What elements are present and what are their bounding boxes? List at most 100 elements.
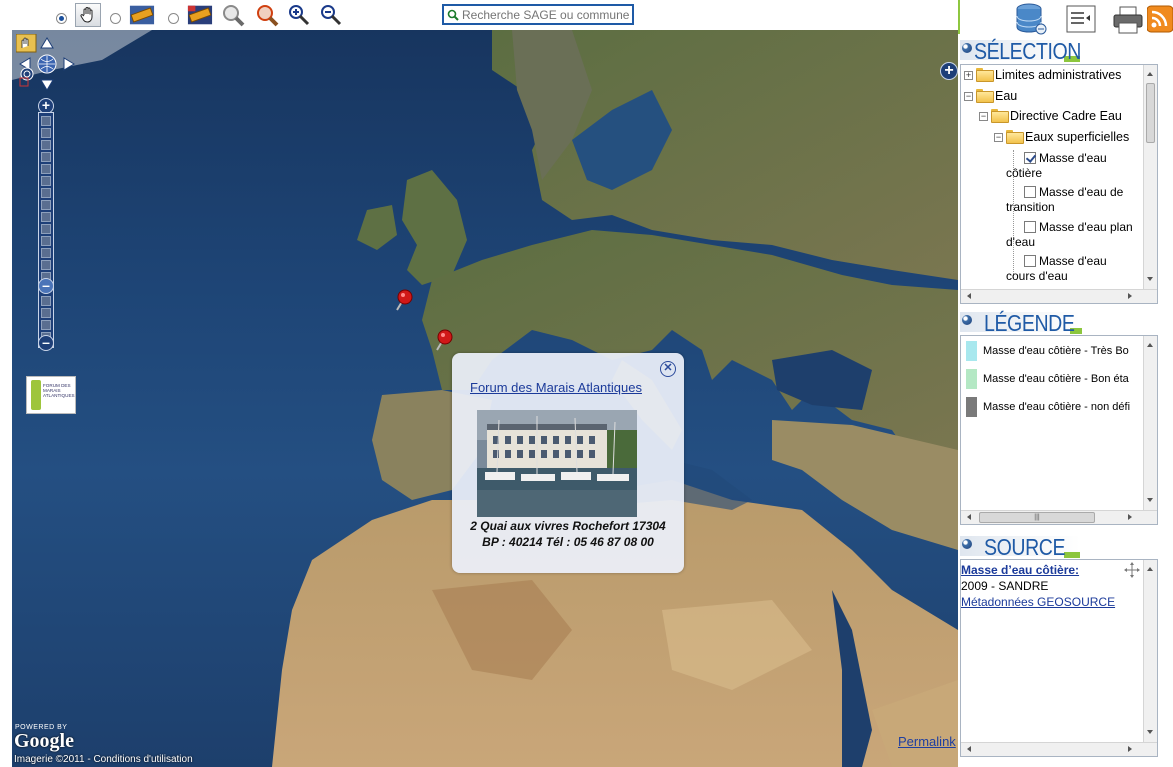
expand-panel-button[interactable]: + [940,62,958,80]
legend-swatch [966,397,977,417]
magnifier-grey-icon [223,5,245,27]
zoom-out-button[interactable] [318,3,344,27]
selection-tree-panel: + Limites administratives − Eau − Directive… [960,64,1158,304]
database-icon[interactable] [1014,2,1048,36]
legend-label: Masse d'eau côtière - non défi [983,401,1131,413]
tree-leaf-masse-transition[interactable]: Masse d'eau de transition [1006,185,1146,215]
collapse-icon[interactable]: − [994,133,1003,142]
zoom-slider-thumb[interactable]: – [38,278,54,294]
magnifier-red-icon [257,5,279,27]
rss-icon[interactable] [1147,5,1173,33]
location-photo [477,410,637,517]
zoom-in-button[interactable] [286,3,312,27]
tree-node-eau[interactable]: − Eau [964,89,1017,103]
scroll-thumb[interactable]: ||| [979,512,1095,523]
layer-checkbox[interactable] [1024,152,1036,164]
zoom-slider[interactable] [38,112,54,348]
source-vscrollbar[interactable] [1143,560,1157,742]
map-pin-icon[interactable] [432,328,454,352]
source-line: 2009 - SANDRE [961,579,1049,593]
selection-hscrollbar[interactable] [961,289,1157,303]
leaf-label: transition [1006,200,1055,214]
source-header: SOURCE [960,532,1173,560]
pan-arrows-icon [15,33,75,91]
measure-mode-radio[interactable] [110,13,121,24]
logo-mark [31,380,41,410]
tree-label: Directive Cadre Eau [1010,109,1122,123]
collapse-icon[interactable]: − [964,92,973,101]
search-box[interactable] [442,4,634,25]
folder-icon [991,109,1009,123]
selection-header: SÉLECTION [960,36,1173,64]
right-panel: SÉLECTION + Limites administratives − Eau … [960,0,1173,767]
hand-tool-button[interactable] [75,3,101,27]
pan-control[interactable] [15,33,76,91]
source-hscrollbar[interactable] [961,742,1157,756]
tree-leaf-masse-plan-eau[interactable]: Masse d'eau plan d'eau [1006,220,1146,250]
tree-leaf-masse-cotiere[interactable]: Masse d'eau côtière [1006,151,1146,181]
leaf-label: d'eau [1006,235,1035,249]
ruler-icon [129,5,155,25]
leaf-label: Masse d'eau de [1039,185,1124,199]
tree-node-eaux-superficielles[interactable]: − Eaux superficielles [994,130,1129,144]
leaf-label: côtière [1006,166,1043,180]
folder-icon [976,68,994,82]
printer-icon[interactable] [1112,6,1144,34]
popup-close-icon[interactable]: ✕ [660,361,676,377]
zoom-box-minus-tool-button[interactable] [254,3,280,27]
source-panel: Masse d’eau côtière: 2009 - SANDRE Métad… [960,559,1158,757]
scroll-thumb[interactable] [1146,83,1155,143]
info-popup: Forum des Marais Atlantiques ✕ 2 Quai au… [452,353,684,573]
tree-label: Eaux superficielles [1025,130,1130,144]
legende-title: LÉGENDE [984,310,1075,336]
map-pin-icon[interactable] [392,288,414,312]
folder-icon [1006,130,1024,144]
legende-header: LÉGENDE [960,308,1173,336]
popup-title-link[interactable]: Forum des Marais Atlantiques [470,380,642,395]
google-logo[interactable]: Google [14,730,74,753]
legend-label: Masse d'eau côtière - Bon éta [983,373,1129,385]
move-icon[interactable] [1124,562,1140,578]
tree-label: Eau [995,89,1018,103]
leaf-label: Masse d'eau [1039,254,1107,268]
list-icon[interactable] [1066,5,1096,33]
map-view[interactable]: + – – + FORUM DES MARAIS ATLANTIQUES For… [12,30,958,767]
popup-address-line1: 2 Quai aux vivres Rochefort 17304 [470,519,666,533]
ruler-tool-button[interactable] [129,3,155,27]
section-bullet-icon [962,43,972,53]
tree-node-dce[interactable]: − Directive Cadre Eau [979,109,1122,123]
legend-panel: Masse d'eau côtière - Très Bo Masse d'ea… [960,335,1158,525]
popup-address-line2: BP : 40214 Tél : 05 46 87 08 00 [482,535,654,549]
area-mode-radio[interactable] [168,13,179,24]
map-copyright[interactable]: Imagerie ©2011 - Conditions d'utilisatio… [14,754,193,765]
folder-icon [976,89,994,103]
zoom-slider-minus-button[interactable]: – [38,335,54,351]
legend-swatch [966,341,977,361]
leaf-label: Masse d'eau [1039,151,1107,165]
search-input[interactable] [462,7,630,22]
metadata-link[interactable]: Métadonnées GEOSOURCE [961,595,1115,609]
layer-checkbox[interactable] [1024,255,1036,267]
legend-hscrollbar[interactable]: ||| [961,510,1157,524]
expand-icon[interactable]: + [964,71,973,80]
logo-text: FORUM DES MARAIS ATLANTIQUES [43,383,75,398]
search-icon [447,9,459,21]
permalink-link[interactable]: Permalink [898,734,956,749]
collapse-icon[interactable]: − [979,112,988,121]
legend-vscrollbar[interactable] [1143,336,1157,510]
tree-node-limites[interactable]: + Limites administratives [964,68,1121,82]
area-tool-button[interactable] [187,3,213,27]
layer-checkbox[interactable] [1024,221,1036,233]
map-toolbar [0,0,960,30]
tree-leaf-masse-cours-eau[interactable]: Masse d'eau cours d'eau [1006,254,1146,284]
nav-mode-radio[interactable] [56,13,67,24]
layer-checkbox[interactable] [1024,186,1036,198]
zoom-box-tool-button[interactable] [220,3,246,27]
source-title: SOURCE [984,534,1066,560]
area-measure-icon [187,5,213,25]
zoom-in-icon [289,5,310,26]
hand-icon [80,7,93,23]
selection-vscrollbar[interactable] [1143,65,1157,289]
source-layer-link[interactable]: Masse d’eau côtière: [961,563,1079,577]
forum-logo[interactable]: FORUM DES MARAIS ATLANTIQUES [26,376,76,414]
